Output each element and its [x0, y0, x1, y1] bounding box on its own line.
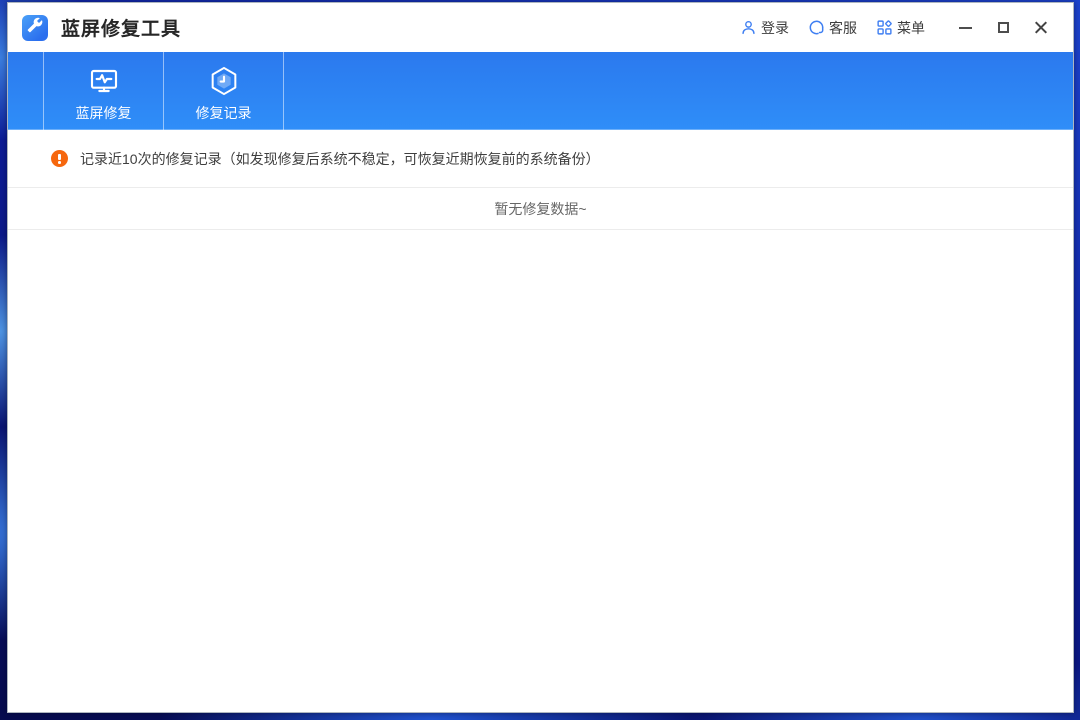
titlebar: 蓝屏修复工具 登录: [8, 3, 1073, 52]
records-notice-row: 记录近10次的修复记录（如发现修复后系统不稳定，可恢复近期恢复前的系统备份）: [8, 130, 1073, 188]
monitor-pulse-icon: [87, 64, 121, 98]
empty-state-row: 暂无修复数据~: [8, 188, 1073, 230]
tab-bar: 蓝屏修复 修复记录: [8, 52, 1073, 130]
maximize-button[interactable]: [995, 20, 1011, 36]
page-title: 蓝屏修复工具: [61, 14, 181, 41]
tab-label-bluescreen-repair: 蓝屏修复: [76, 103, 132, 123]
app-window: 蓝屏修复工具 登录: [7, 2, 1074, 713]
tab-bluescreen-repair[interactable]: 蓝屏修复: [44, 52, 164, 130]
customer-service-button[interactable]: 客服: [809, 18, 857, 38]
app-logo: [22, 15, 48, 41]
desktop-background: 蓝屏修复工具 登录: [0, 0, 1080, 720]
warning-icon: [51, 150, 68, 167]
close-icon: [1034, 20, 1049, 35]
close-button[interactable]: [1033, 20, 1049, 36]
user-icon: [741, 20, 756, 35]
tab-repair-records[interactable]: 修复记录: [164, 52, 284, 130]
wrench-icon: [27, 17, 43, 38]
headset-icon: [809, 20, 824, 35]
window-controls: [957, 20, 1049, 36]
hexagon-clock-icon: [208, 64, 240, 98]
menu-label: 菜单: [897, 18, 925, 38]
login-button[interactable]: 登录: [741, 18, 789, 38]
empty-state-text: 暂无修复数据~: [494, 199, 586, 219]
tab-label-repair-records: 修复记录: [196, 103, 252, 123]
minimize-button[interactable]: [957, 20, 973, 36]
maximize-icon: [998, 22, 1009, 33]
customer-service-label: 客服: [829, 18, 857, 38]
menu-button[interactable]: 菜单: [877, 18, 925, 38]
login-label: 登录: [761, 18, 789, 38]
grid-menu-icon: [877, 20, 892, 35]
records-notice-text: 记录近10次的修复记录（如发现修复后系统不稳定，可恢复近期恢复前的系统备份）: [80, 149, 600, 169]
tabbar-gutter: [8, 52, 44, 130]
titlebar-actions: 登录 客服: [741, 18, 925, 38]
minimize-icon: [959, 27, 972, 29]
